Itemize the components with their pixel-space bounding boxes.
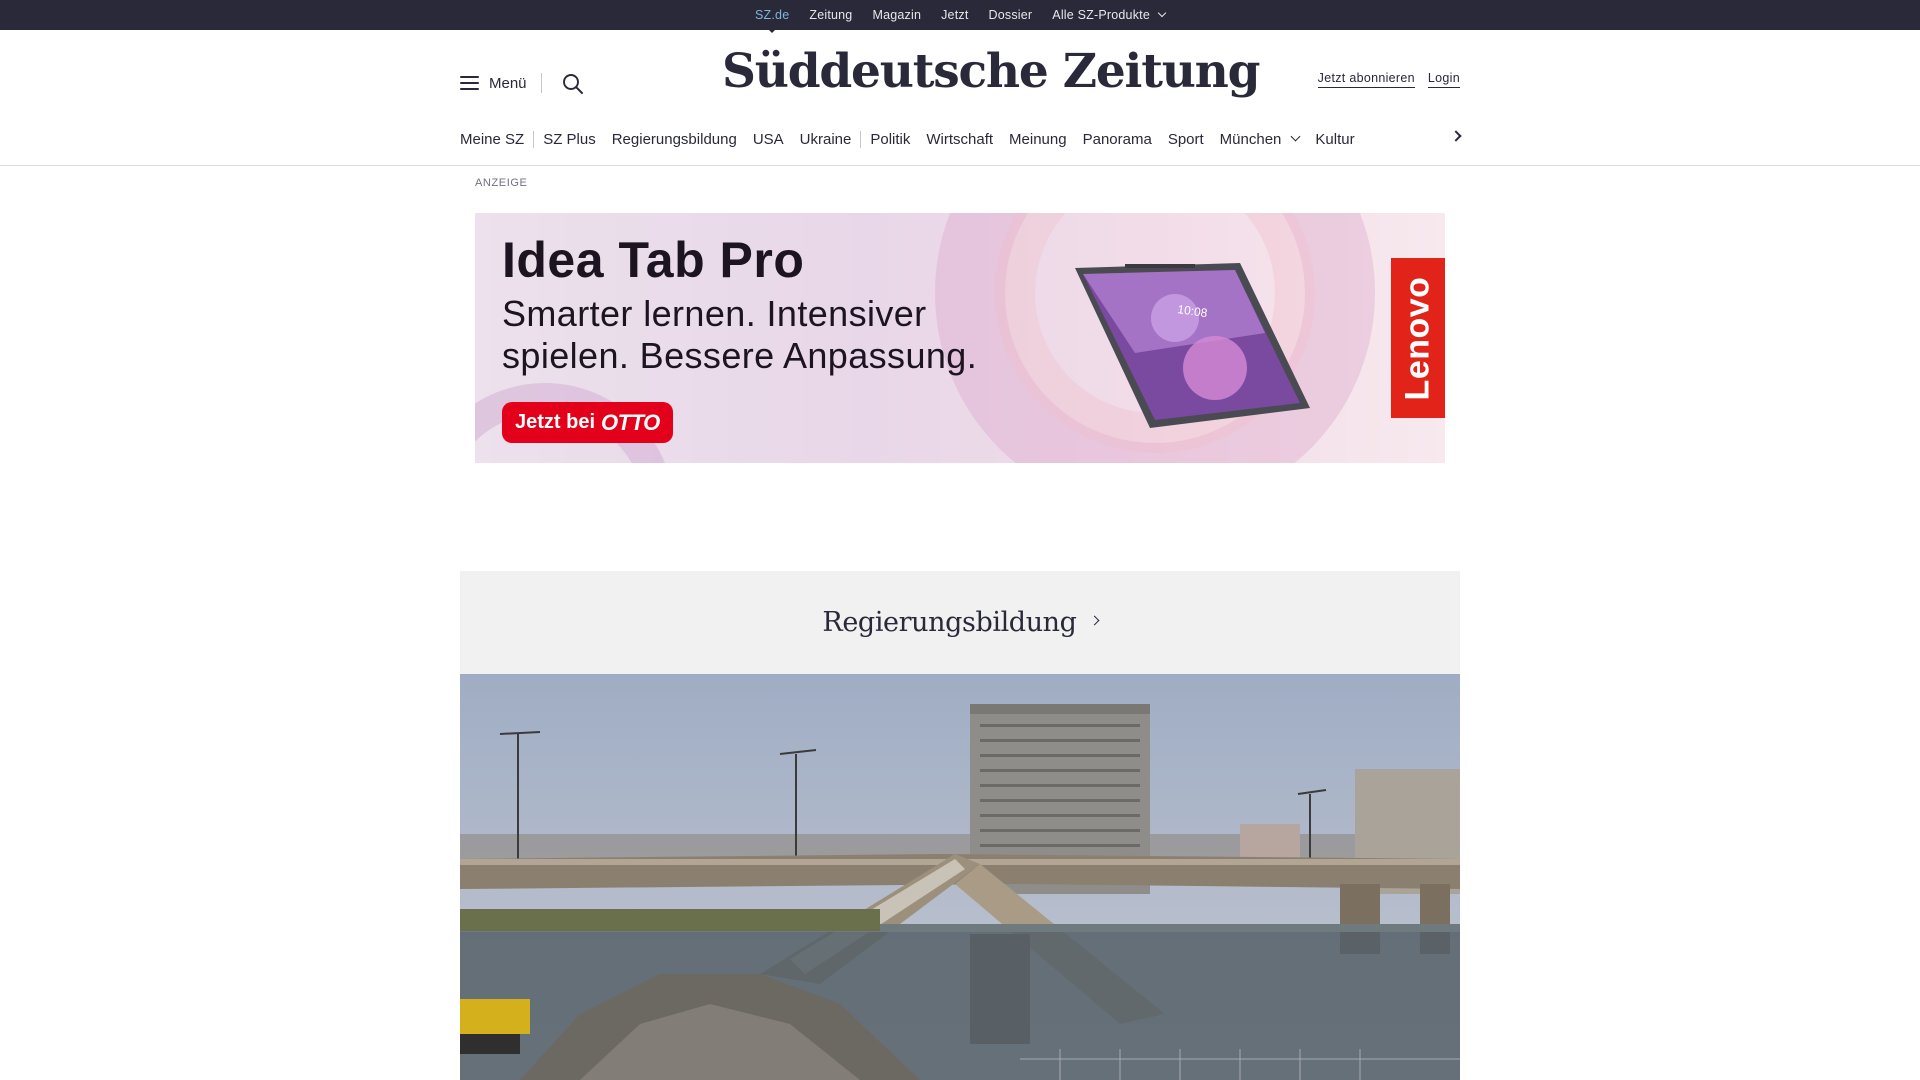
product-bar: SZ.de Zeitung Magazin Jetzt Dossier Alle… — [0, 0, 1920, 33]
chevron-down-icon — [1157, 8, 1167, 18]
nav-item-ukraine[interactable]: Ukraine — [800, 131, 852, 148]
hero-image[interactable] — [460, 674, 1460, 1080]
lenovo-logo: Lenovo — [1391, 258, 1445, 418]
menu-button[interactable]: Menü — [460, 73, 542, 93]
nav-item-muenchen-label: München — [1219, 130, 1282, 148]
nav-item-regierungsbildung[interactable]: Regierungsbildung — [612, 131, 737, 148]
product-link-zeitung[interactable]: Zeitung — [809, 8, 852, 22]
ad-banner[interactable]: Idea Tab Pro Smarter lernen. Intensiver … — [475, 213, 1445, 463]
nav-item-sport[interactable]: Sport — [1168, 131, 1204, 148]
nav-item-politik[interactable]: Politik — [870, 131, 910, 148]
lenovo-logo-text: Lenovo — [1398, 276, 1437, 400]
ad-cta-button[interactable]: Jetzt bei OTTO — [502, 402, 673, 443]
site-header: Menü Süddeutsche Zeitung Jetzt abonniere… — [460, 30, 1460, 135]
all-products-label: Alle SZ-Produkte — [1052, 8, 1150, 22]
hamburger-icon — [460, 76, 479, 90]
search-button[interactable] — [561, 72, 585, 96]
nav-item-meinung[interactable]: Meinung — [1009, 131, 1067, 148]
chevron-right-icon — [1089, 615, 1100, 626]
collapsed-bridge-photo — [460, 674, 1460, 1080]
nav-item-muenchen[interactable]: München — [1219, 130, 1301, 148]
tablet-image: 10:08 — [1075, 263, 1310, 428]
chevron-right-icon[interactable] — [1450, 130, 1462, 142]
nav-divider — [533, 130, 535, 148]
subscribe-link[interactable]: Jetzt abonnieren — [1317, 71, 1415, 88]
product-link-sz-de[interactable]: SZ.de — [755, 8, 789, 33]
product-links: SZ.de Zeitung Magazin Jetzt Dossier Alle… — [755, 8, 1167, 33]
ad-cta-label: Jetzt bei — [515, 411, 596, 433]
nav-item-wirtschaft[interactable]: Wirtschaft — [926, 131, 993, 148]
site-logo[interactable]: Süddeutsche Zeitung — [722, 44, 1261, 99]
product-link-dossier[interactable]: Dossier — [989, 8, 1033, 22]
nav-item-sz-plus[interactable]: SZ Plus — [543, 131, 596, 148]
ad-title: Idea Tab Pro — [502, 232, 805, 288]
nav-item-panorama[interactable]: Panorama — [1083, 131, 1152, 148]
product-link-magazin[interactable]: Magazin — [872, 8, 921, 22]
nav-item-usa[interactable]: USA — [753, 131, 784, 148]
divider — [540, 73, 542, 93]
account-links: Jetzt abonnieren Login — [1317, 71, 1460, 88]
product-link-jetzt[interactable]: Jetzt — [941, 8, 968, 22]
section-nav: Meine SZ SZ Plus Regierungsbildung USA U… — [460, 128, 1462, 150]
search-icon — [563, 74, 583, 94]
product-link-alle-produkte[interactable]: Alle SZ-Produkte — [1052, 8, 1167, 22]
nav-item-meine-sz[interactable]: Meine SZ — [460, 131, 524, 148]
topic-header[interactable]: Regierungsbildung — [460, 571, 1460, 674]
otto-logo: OTTO — [601, 409, 660, 435]
login-link[interactable]: Login — [1427, 71, 1460, 88]
chevron-down-icon — [1290, 131, 1301, 141]
nav-divider — [860, 130, 862, 148]
menu-label: Menü — [489, 74, 527, 92]
ad-subtitle: Smarter lernen. Intensiver spielen. Bess… — [502, 293, 978, 376]
ad-label: ANZEIGE — [475, 177, 528, 189]
topic-title: Regierungsbildung — [822, 607, 1077, 638]
nav-divider-line — [0, 165, 1920, 166]
nav-item-kultur[interactable]: Kultur — [1315, 131, 1354, 148]
